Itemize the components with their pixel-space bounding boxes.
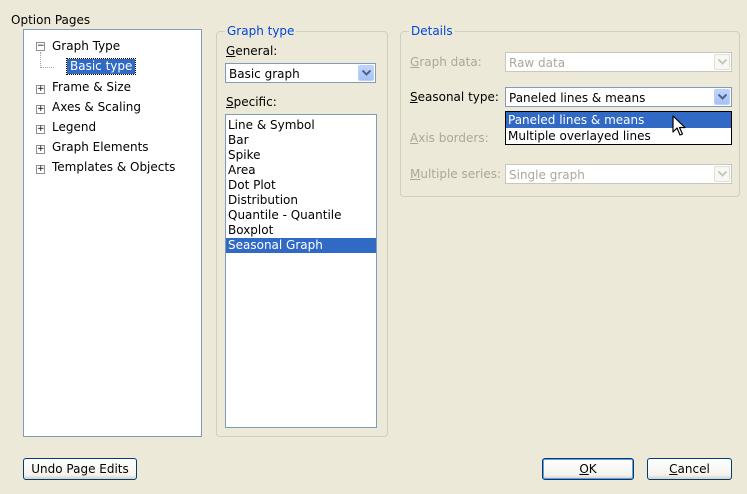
list-item[interactable]: Spike <box>226 148 376 163</box>
specific-label: Specific: <box>226 95 277 109</box>
tree-item-basic-type[interactable]: Basic type <box>65 58 137 75</box>
list-item-selected[interactable]: Seasonal Graph <box>226 238 376 253</box>
list-item[interactable]: Area <box>226 163 376 178</box>
graph-type-title: Graph type <box>225 24 297 38</box>
tree-item-templates-objects[interactable]: Templates & Objects <box>52 160 175 174</box>
tree-item-graph-type[interactable]: Graph Type <box>52 39 120 53</box>
list-item[interactable]: Quantile - Quantile <box>226 208 376 223</box>
expand-icon[interactable]: + <box>36 105 45 114</box>
graph-data-select[interactable]: Raw data <box>505 52 732 72</box>
chevron-down-icon[interactable] <box>714 54 730 70</box>
specific-list[interactable]: Line & Symbol Bar Spike Area Dot Plot Di… <box>225 114 377 428</box>
multiple-series-label: Multiple series: <box>410 167 502 181</box>
expand-icon[interactable]: + <box>36 125 45 134</box>
chevron-down-icon[interactable] <box>358 65 374 81</box>
mouse-pointer-icon <box>672 115 686 136</box>
graph-data-label: Graph data: <box>410 55 482 69</box>
tree-connector <box>40 67 54 68</box>
expand-icon[interactable]: + <box>36 165 45 174</box>
general-label: General: <box>226 44 278 58</box>
seasonal-type-dropdown[interactable]: Paneled lines & means Multiple overlayed… <box>505 111 732 145</box>
dropdown-option[interactable]: Multiple overlayed lines <box>506 128 731 144</box>
collapse-icon[interactable]: − <box>36 42 45 51</box>
list-item[interactable]: Bar <box>226 133 376 148</box>
multiple-series-select[interactable]: Single graph <box>505 164 732 184</box>
option-pages-tree[interactable]: − Graph Type Basic type + Frame & Size +… <box>23 29 202 437</box>
list-item[interactable]: Line & Symbol <box>226 118 376 133</box>
dropdown-option-selected[interactable]: Paneled lines & means <box>506 112 731 128</box>
tree-item-graph-elements[interactable]: Graph Elements <box>52 140 149 154</box>
undo-page-edits-button[interactable]: Undo Page Edits <box>23 458 137 480</box>
tree-item-axes-scaling[interactable]: Axes & Scaling <box>52 100 141 114</box>
general-select[interactable]: Basic graph <box>225 63 376 83</box>
seasonal-type-select[interactable]: Paneled lines & means <box>505 87 732 107</box>
cancel-button[interactable]: Cancel <box>647 458 732 480</box>
seasonal-type-value: Paneled lines & means <box>509 91 646 105</box>
seasonal-type-label: Seasonal type: <box>410 90 499 104</box>
general-select-value: Basic graph <box>229 67 300 81</box>
expand-icon[interactable]: + <box>36 145 45 154</box>
tree-item-frame-size[interactable]: Frame & Size <box>52 80 131 94</box>
list-item[interactable]: Dot Plot <box>226 178 376 193</box>
option-pages-title: Option Pages <box>11 13 91 27</box>
chevron-down-icon[interactable] <box>714 166 730 182</box>
list-item[interactable]: Distribution <box>226 193 376 208</box>
details-title: Details <box>409 24 455 38</box>
axis-borders-label: Axis borders: <box>410 131 489 145</box>
expand-icon[interactable]: + <box>36 85 45 94</box>
tree-connector <box>40 52 42 68</box>
multiple-series-value: Single graph <box>509 168 585 182</box>
chevron-down-icon[interactable] <box>714 89 730 105</box>
graph-data-value: Raw data <box>509 56 566 70</box>
list-item[interactable]: Boxplot <box>226 223 376 238</box>
tree-item-legend[interactable]: Legend <box>52 120 96 134</box>
ok-button[interactable]: OK <box>542 458 634 480</box>
